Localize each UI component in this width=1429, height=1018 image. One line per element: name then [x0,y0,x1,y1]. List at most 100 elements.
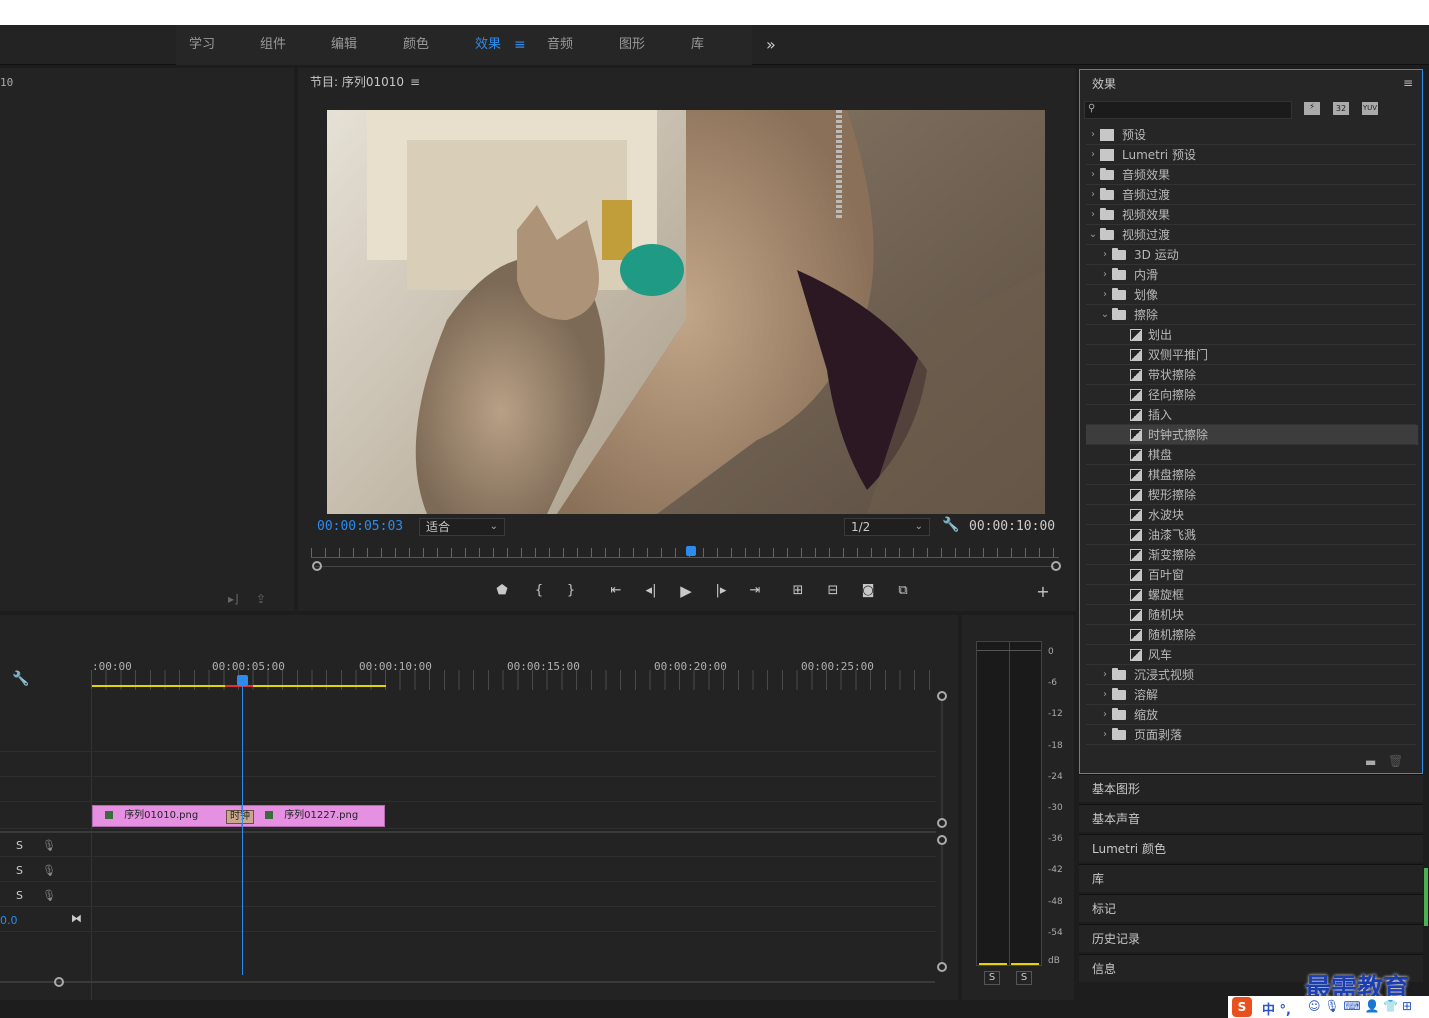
go-to-end-icon[interactable]: ⧓ [71,912,82,925]
effects-tree-item[interactable]: 双侧平推门 [1086,345,1418,365]
lift-icon[interactable]: ⊞ [788,581,808,601]
clip-sequence-01010[interactable]: 序列01010.png [92,805,242,827]
effects-tree-item[interactable]: 带状擦除 [1086,365,1418,385]
wrench-icon[interactable]: 🔧 [942,517,959,533]
video-track-v3[interactable] [0,728,936,752]
sogou-icon[interactable]: S [1232,997,1252,1017]
effects-tree-item[interactable]: 螺旋框 [1086,585,1418,605]
workspace-tab-libraries[interactable]: 库 [691,25,704,65]
effects-tree-item[interactable]: 插入 [1086,405,1418,425]
export-frame-icon[interactable]: ⇪ [256,592,266,606]
chevron-right-icon[interactable]: › [1088,165,1098,185]
audio-track-a1[interactable] [0,833,936,857]
ime-mode[interactable]: 中 °, [1262,999,1291,1018]
effects-tree-item[interactable]: › Lumetri 预设 [1086,145,1418,165]
camera-icon[interactable]: ◙ [858,581,878,601]
effects-tree-item[interactable]: 水波块 [1086,505,1418,525]
extract-icon[interactable]: ⊟ [823,581,843,601]
effects-tree-item[interactable]: › 划像 [1086,285,1418,305]
panel-history[interactable]: 历史记录 [1079,924,1423,952]
workspace-tab-color[interactable]: 颜色 [403,25,429,65]
meter-solo-right[interactable]: S [1016,971,1032,985]
zoom-handle-right[interactable] [1051,561,1061,571]
effects-search-input[interactable]: ⚲ [1084,101,1292,119]
workspace-tab-effects[interactable]: 效果 [475,25,501,65]
effects-tree-item[interactable]: 径向擦除 [1086,385,1418,405]
program-menu-icon[interactable]: ≡ [410,75,420,89]
effects-tree-item[interactable]: 棋盘 [1086,445,1418,465]
chevron-down-icon[interactable]: ⌄ [1088,225,1098,245]
panel-essential-sound[interactable]: 基本声音 [1079,804,1423,832]
more-workspaces-icon[interactable]: » [766,25,776,65]
mic-icon[interactable]: 🎙 [42,839,56,852]
mark-in-icon[interactable]: { [529,581,549,601]
effects-tree-item[interactable]: 油漆飞溅 [1086,525,1418,545]
transition-clock-wipe[interactable]: 时钟 [226,810,254,824]
effects-tree-item[interactable]: › 音频过渡 [1086,185,1418,205]
32bit-icon[interactable]: 32 [1333,102,1349,115]
program-current-time[interactable]: 00:00:05:03 [317,519,403,534]
video-track-v2[interactable] [0,753,936,777]
solo-a2-button[interactable]: S [16,864,23,877]
solo-a1-button[interactable]: S [16,839,23,852]
effects-menu-icon[interactable]: ≡ [1403,76,1413,90]
chevron-right-icon[interactable]: › [1088,185,1098,205]
v-scrollbar-audio[interactable] [941,845,943,963]
chevron-right-icon[interactable]: › [1100,265,1110,285]
effects-tree-item[interactable]: 风车 [1086,645,1418,665]
program-title[interactable]: 节目: 序列01010 [310,68,404,96]
mark-out-icon[interactable]: } [561,581,581,601]
effects-tree-item[interactable]: 渐变擦除 [1086,545,1418,565]
go-to-out-icon[interactable]: ⇥ [745,581,765,601]
zoom-handle-left[interactable] [312,561,322,571]
insert-icon[interactable]: ▸⌋ [228,592,239,606]
yuv-icon[interactable]: YUV [1362,102,1378,115]
step-back-icon[interactable]: ◂| [641,581,661,601]
add-marker-icon[interactable]: ⬟ [492,581,512,601]
effects-tree-item[interactable]: 划出 [1086,325,1418,345]
button-editor-icon[interactable]: + [1033,582,1053,602]
h-scrollbar[interactable] [0,981,935,983]
workspace-tab-assembly[interactable]: 组件 [260,25,286,65]
chevron-right-icon[interactable]: › [1100,285,1110,305]
chevron-right-icon[interactable]: › [1100,705,1110,725]
timeline-ruler-ticks[interactable] [91,670,936,690]
ime-tools-icons[interactable]: ☺ 🎙 ⌨ 👤 👕 ⊞ [1308,999,1412,1013]
timeline-playhead[interactable] [237,675,248,686]
v-scrollbar-video[interactable] [941,701,943,819]
effects-tree-item[interactable]: › 音频效果 [1086,165,1418,185]
effects-tree-item[interactable]: › 缩放 [1086,705,1418,725]
effects-tree-item[interactable]: › 3D 运动 [1086,245,1418,265]
new-bin-icon[interactable]: ▬ [1365,755,1376,769]
panel-markers[interactable]: 标记 [1079,894,1423,922]
workspace-tab-learn[interactable]: 学习 [189,25,215,65]
workspace-tab-editing[interactable]: 编辑 [331,25,357,65]
chevron-down-icon[interactable]: ⌄ [1100,305,1110,325]
effects-tree-item[interactable]: › 溶解 [1086,685,1418,705]
effects-tree-item[interactable]: › 视频效果 [1086,205,1418,225]
chevron-right-icon[interactable]: › [1100,245,1110,265]
effects-title[interactable]: 效果 [1092,70,1116,98]
trash-icon[interactable]: 🗑 [1388,754,1403,768]
effects-tree-item[interactable]: 楔形擦除 [1086,485,1418,505]
effects-tree-item[interactable]: › 预设 [1086,125,1418,145]
master-track[interactable] [0,908,936,932]
effects-tree-item[interactable]: 随机擦除 [1086,625,1418,645]
chevron-right-icon[interactable]: › [1100,685,1110,705]
effects-tree-item[interactable]: › 页面剥落 [1086,725,1418,745]
effects-tree-item[interactable]: 随机块 [1086,605,1418,625]
panel-libraries[interactable]: 库 [1079,864,1423,892]
effects-tree-item[interactable]: ⌄ 擦除 [1086,305,1418,325]
v-scroll-handle-bottom[interactable] [937,962,947,972]
compare-view-icon[interactable]: ⧉ [893,581,913,601]
h-scroll-handle[interactable] [54,977,64,987]
workspace-menu-icon[interactable]: ≡ [514,25,526,65]
v-scroll-handle-top[interactable] [937,835,947,845]
program-playhead[interactable] [686,546,696,556]
chevron-right-icon[interactable]: › [1088,125,1098,145]
timeline-wrench-icon[interactable]: 🔧 [12,671,29,687]
mic-icon[interactable]: 🎙 [42,864,56,877]
effects-tree-item[interactable]: ⌄ 视频过渡 [1086,225,1418,245]
audio-track-a3[interactable] [0,883,936,907]
effects-tree-item[interactable]: 百叶窗 [1086,565,1418,585]
